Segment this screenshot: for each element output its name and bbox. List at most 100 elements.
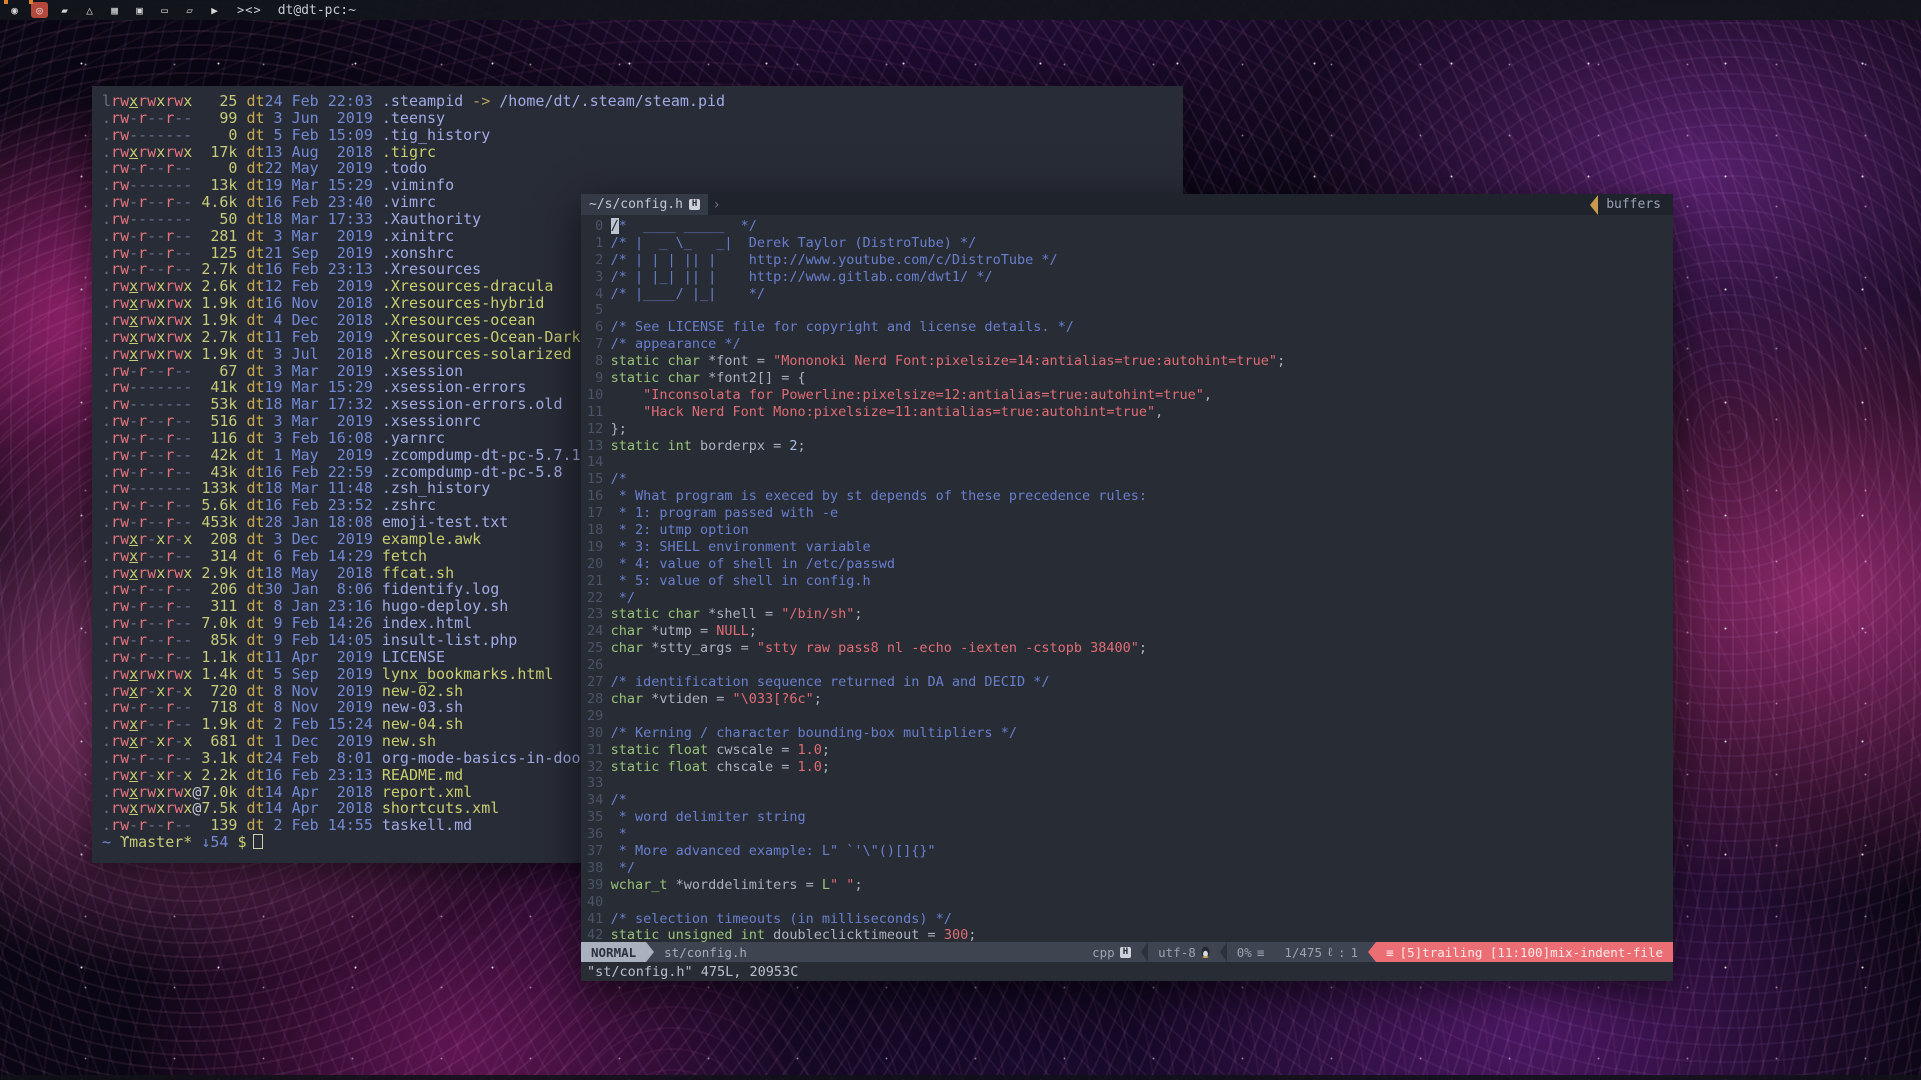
screen-icon[interactable]: ▭ bbox=[156, 2, 173, 18]
code-line: 37 * More advanced example: L" `'\"()[]{… bbox=[587, 843, 1673, 860]
line-number: 33 bbox=[587, 775, 603, 792]
file-name: .teensy bbox=[382, 109, 445, 127]
line-number: 16 bbox=[587, 488, 603, 505]
file-row: lrwxrwxrwx25dt24 Feb 22:03.steampid -> /… bbox=[102, 93, 1183, 110]
file-name: new.sh bbox=[382, 732, 436, 750]
file-name: .zsh_history bbox=[382, 479, 490, 497]
code-line: 42static unsigned int doubleclicktimeout… bbox=[587, 927, 1673, 942]
folder-icon[interactable]: ▱ bbox=[181, 2, 198, 18]
shutter-icon[interactable]: ◎ bbox=[31, 2, 48, 18]
line-number: 4 bbox=[587, 286, 603, 303]
file-name: .Xresources-ocean bbox=[382, 311, 536, 329]
file-name: .tigrc bbox=[382, 143, 436, 161]
encoding-indicator: utf-8 bbox=[1148, 942, 1220, 962]
symlink-target: /home/dt/.steam/steam.pid bbox=[499, 92, 725, 110]
code-line: 18 * 2: utmp option bbox=[587, 522, 1673, 539]
line-number: 29 bbox=[587, 708, 603, 725]
flask-icon[interactable]: △ bbox=[81, 2, 98, 18]
file-name: .Xresources bbox=[382, 260, 481, 278]
line-number: 14 bbox=[587, 454, 603, 471]
file-name: fidentify.log bbox=[382, 580, 499, 598]
code-line: 23static char *shell = "/bin/sh"; bbox=[587, 606, 1673, 623]
file-name: README.md bbox=[382, 766, 463, 784]
line-number: 26 bbox=[587, 657, 603, 674]
code-line: 1/* | _ \_ _| Derek Taylor (DistroTube) … bbox=[587, 235, 1673, 252]
line-number: 8 bbox=[587, 353, 603, 370]
file-name: lynx_bookmarks.html bbox=[382, 665, 554, 683]
line-number: 12 bbox=[587, 421, 603, 438]
line-number: 24 bbox=[587, 623, 603, 640]
file-name: .steampid bbox=[382, 92, 463, 110]
line-number: 6 bbox=[587, 319, 603, 336]
header-file-icon: H bbox=[689, 199, 700, 210]
top-bar: ◉◎▰△▦▣▭▱▶ ><> dt@dt-pc:~ bbox=[0, 0, 1921, 20]
eyedropper-icon[interactable]: ▰ bbox=[56, 2, 73, 18]
code-line: 5 bbox=[587, 302, 1673, 319]
code-line: 9static char *font2[] = { bbox=[587, 370, 1673, 387]
line-number: 31 bbox=[587, 742, 603, 759]
line-number: 42 bbox=[587, 927, 603, 942]
file-row: .rw-------13kdt19 Mar 15:29.viminfo bbox=[102, 177, 1183, 194]
file-name: .todo bbox=[382, 159, 427, 177]
desktop: ◉◎▰△▦▣▭▱▶ ><> dt@dt-pc:~ lrwxrwxrwx25dt2… bbox=[0, 0, 1921, 1080]
line-number: 21 bbox=[587, 573, 603, 590]
code-line: 10 "Inconsolata for Powerline:pixelsize=… bbox=[587, 387, 1673, 404]
file-name: fetch bbox=[382, 547, 427, 565]
file-name: shortcuts.xml bbox=[382, 799, 499, 817]
file-name: .xsession-errors.old bbox=[382, 395, 563, 413]
separator-left-icon bbox=[1368, 942, 1376, 962]
window-title: dt@dt-pc:~ bbox=[278, 3, 356, 18]
linux-penguin-icon bbox=[1201, 946, 1210, 958]
file-name: .xinitrc bbox=[382, 227, 454, 245]
code-line: 12}; bbox=[587, 421, 1673, 438]
code-line: 6/* See LICENSE file for copyright and l… bbox=[587, 319, 1673, 336]
code-area[interactable]: 0/* ____ _____ */1/* | _ \_ _| Derek Tay… bbox=[581, 215, 1673, 942]
file-name: .vimrc bbox=[382, 193, 436, 211]
code-line: 7/* appearance */ bbox=[587, 336, 1673, 353]
send-icon[interactable]: ▶ bbox=[206, 2, 223, 18]
vim-window[interactable]: ~/s/config.h H › buffers 0/* ____ _____ … bbox=[581, 194, 1673, 981]
file-name: .Xresources-solarized bbox=[382, 345, 572, 363]
code-line: 14 bbox=[587, 454, 1673, 471]
camera-icon[interactable]: ▣ bbox=[131, 2, 148, 18]
file-name: .zcompdump-dt-pc-5.8 bbox=[382, 463, 563, 481]
vim-tab-config-h[interactable]: ~/s/config.h H bbox=[581, 194, 708, 215]
file-name: example.awk bbox=[382, 530, 481, 548]
chevron-right-icon: › bbox=[712, 197, 720, 213]
code-line: 2/* | | | || | http://www.youtube.com/c/… bbox=[587, 252, 1673, 269]
line-number: 37 bbox=[587, 843, 603, 860]
line-number: 3 bbox=[587, 269, 603, 286]
file-name: .zcompdump-dt-pc-5.7.1 bbox=[382, 446, 581, 464]
file-row: .rw-r--r--99dt 3 Jun 2019.teensy bbox=[102, 110, 1183, 127]
file-name: .zshrc bbox=[382, 496, 436, 514]
line-number: 27 bbox=[587, 674, 603, 691]
code-line: 38 */ bbox=[587, 860, 1673, 877]
code-line: 21 * 5: value of shell in config.h bbox=[587, 573, 1673, 590]
line-number-icon: ℓ bbox=[1327, 944, 1333, 960]
separator-left-icon bbox=[1141, 942, 1148, 962]
file-row: .rw-------0dt 5 Feb 15:09.tig_history bbox=[102, 127, 1183, 144]
globe-icon[interactable]: ◉ bbox=[6, 2, 23, 18]
line-number: 34 bbox=[587, 792, 603, 809]
code-line: 36 * bbox=[587, 826, 1673, 843]
bottom-edge bbox=[0, 1075, 1921, 1080]
buffers-label[interactable]: buffers bbox=[1598, 197, 1673, 212]
code-line: 30/* Kerning / character bounding-box mu… bbox=[587, 725, 1673, 742]
code-line: 16 * What program is execed by st depend… bbox=[587, 488, 1673, 505]
file-name: .Xresources-dracula bbox=[382, 277, 554, 295]
line-number: 18 bbox=[587, 522, 603, 539]
line-number: 20 bbox=[587, 556, 603, 573]
line-number: 36 bbox=[587, 826, 603, 843]
filetype-indicator: cpp H bbox=[1082, 942, 1141, 962]
line-number: 39 bbox=[587, 877, 603, 894]
code-line: 25char *stty_args = "stty raw pass8 nl -… bbox=[587, 640, 1673, 657]
code-line: 33 bbox=[587, 775, 1673, 792]
line-number: 28 bbox=[587, 691, 603, 708]
prompt-branch: master* bbox=[129, 833, 192, 851]
line-number: 41 bbox=[587, 911, 603, 928]
line-number: 15 bbox=[587, 471, 603, 488]
scroll-percent: 0% ≡ bbox=[1227, 942, 1275, 962]
line-number: 2 bbox=[587, 252, 603, 269]
image-icon[interactable]: ▦ bbox=[106, 2, 123, 18]
statusline-filename: st/config.h bbox=[664, 945, 747, 960]
